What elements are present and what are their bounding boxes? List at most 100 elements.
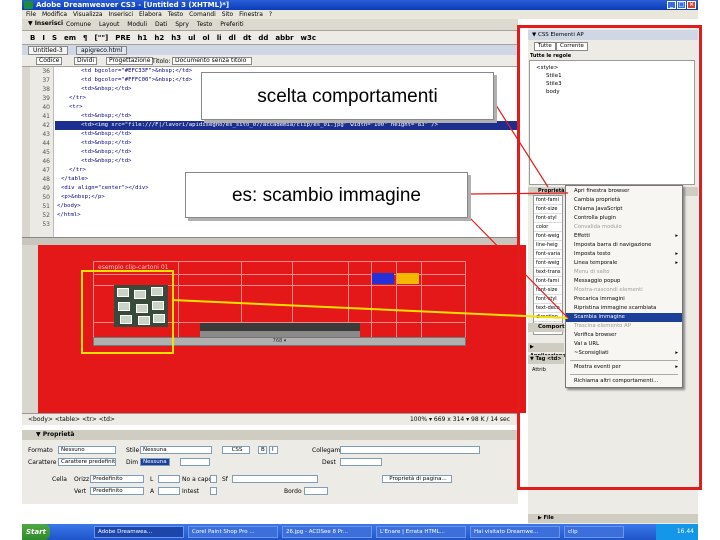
taskbar: Start Adobe Dreamwea... Corel Paint Shop… [22, 524, 698, 540]
menu-sito[interactable]: Sito [222, 11, 234, 18]
task-browser[interactable]: L'Enare | Errata HTML... [376, 526, 466, 538]
h2-button[interactable]: h2 [154, 34, 164, 42]
carattere-select[interactable]: Carattere predefinito [58, 458, 116, 466]
panel-highlight-box [517, 25, 702, 490]
code-view-button[interactable]: Codice [36, 57, 63, 65]
blockquote-button[interactable]: [""] [95, 34, 109, 42]
menu-testo[interactable]: Testo [168, 11, 184, 18]
design-view-button[interactable]: Progettazione [106, 57, 154, 65]
vert-select[interactable]: Predefinito [90, 487, 144, 495]
task-visitato[interactable]: Hai visitato Dreamwe... [470, 526, 560, 538]
intest-checkbox[interactable] [210, 487, 217, 495]
w3c-button[interactable]: w3c [301, 34, 317, 42]
file-panel-header[interactable]: ▶ File [528, 514, 698, 523]
split-divider[interactable] [22, 237, 518, 245]
em-button[interactable]: em [64, 34, 76, 42]
start-button[interactable]: Start [22, 524, 50, 540]
stile-select[interactable]: Nessuna [140, 446, 212, 454]
bordo-input[interactable] [304, 487, 328, 495]
doc-tab-untitled[interactable]: Untitled-3 [28, 46, 68, 55]
insert-tab-dati[interactable]: Dati [155, 21, 167, 28]
tag-selector[interactable]: <body> <table> <tr> <td> [28, 416, 115, 423]
ul-button[interactable]: ul [188, 34, 195, 42]
code-line: <td>&nbsp;</td> [81, 158, 132, 164]
line-number-gutter: 36 37 38 39 40 41 42 43 44 45 46 47 48 49 50 51 52 53 [30, 67, 54, 237]
orizz-label: Orizz [74, 476, 90, 483]
sf-input[interactable] [232, 475, 318, 483]
strong-button[interactable]: S [52, 34, 57, 42]
l-input[interactable] [158, 475, 180, 483]
menu-finestra[interactable]: Finestra [239, 11, 263, 18]
menu-elabora[interactable]: Elabora [139, 11, 162, 18]
bold-format-button[interactable]: B [258, 446, 267, 454]
sf-label: Sf [222, 476, 228, 483]
split-view-button[interactable]: Dividi [74, 57, 97, 65]
task-clip[interactable]: clip [564, 526, 624, 538]
h1-button[interactable]: h1 [138, 34, 148, 42]
task-paintshop[interactable]: Corel Paint Shop Pro ... [188, 526, 278, 538]
insert-bar-label[interactable]: ▼ Inserisci [28, 20, 63, 27]
bordo-label: Bordo [284, 488, 302, 495]
menu-inserisci[interactable]: Inserisci [108, 11, 133, 18]
dim-select[interactable]: Nessuna [140, 458, 170, 466]
nocapo-checkbox[interactable] [210, 475, 217, 483]
orizz-select[interactable]: Predefinito [90, 475, 144, 483]
bold-button[interactable]: B [30, 34, 35, 42]
collegam-label: Collegam [312, 447, 341, 454]
page-properties-button[interactable]: Proprietà di pagina... [382, 475, 452, 483]
code-line-selected: <td><img src="file:///F|/lavori/apidiseg… [55, 121, 518, 130]
intest-label: Intest [182, 488, 200, 495]
paragraph-button[interactable]: ¶ [83, 34, 87, 42]
italic-format-button[interactable]: I [269, 446, 278, 454]
maximize-button[interactable]: □ [677, 1, 686, 9]
clock: 16.44 [656, 524, 698, 540]
image-strip [200, 323, 360, 331]
insert-tab-spry[interactable]: Spry [175, 21, 189, 28]
menu-visualizza[interactable]: Visualizza [73, 11, 103, 18]
h3-button[interactable]: h3 [171, 34, 181, 42]
dl-button[interactable]: dl [229, 34, 236, 42]
document-tabs: Untitled-3 apigreco.html [22, 45, 518, 55]
italic-button[interactable]: I [42, 34, 45, 42]
abbr-button[interactable]: abbr [275, 34, 293, 42]
dim-unit-select[interactable] [180, 458, 210, 466]
menu-help[interactable]: ? [269, 11, 272, 18]
pre-button[interactable]: PRE [115, 34, 130, 42]
menu-comandi[interactable]: Comandi [189, 11, 216, 18]
formato-select[interactable]: Nessuno [58, 446, 116, 454]
task-dreamweaver[interactable]: Adobe Dreamwea... [94, 526, 184, 538]
insert-tab-preferiti[interactable]: Preferiti [220, 21, 244, 28]
collegam-input[interactable] [340, 446, 480, 454]
menu-modifica[interactable]: Modifica [42, 11, 67, 18]
li-button[interactable]: li [217, 34, 222, 42]
dreamweaver-logo-icon [24, 1, 33, 9]
menu-file[interactable]: File [26, 11, 36, 18]
a-label: A [150, 488, 155, 495]
dest-select[interactable] [340, 458, 382, 466]
blue-cell[interactable] [372, 273, 394, 284]
insert-tab-moduli[interactable]: Moduli [127, 21, 147, 28]
properties-header[interactable]: ▼ Proprietà [22, 430, 518, 440]
dd-button[interactable]: dd [258, 34, 268, 42]
minimize-button[interactable]: _ [667, 1, 676, 9]
ol-button[interactable]: ol [203, 34, 210, 42]
status-info: 100% ▾ 669 x 314 ▾ 98 K / 14 sec [409, 416, 510, 423]
doc-tab-apigreco[interactable]: apigreco.html [76, 46, 128, 55]
task-acdsee[interactable]: 26.jpg - ACDSee 8 Pr... [282, 526, 372, 538]
window-controls: _ □ × [667, 1, 696, 9]
yellow-cell[interactable] [397, 273, 419, 284]
properties-panel: Formato Nessuno Stile Nessuna CSS B I Co… [22, 440, 518, 504]
close-button[interactable]: × [687, 1, 696, 9]
insert-tab-layout[interactable]: Layout [99, 21, 119, 28]
code-line: <td>&nbsp;</td> [81, 140, 132, 146]
insert-tab-testo[interactable]: Testo [197, 21, 213, 28]
insert-tab-comune[interactable]: Comune [66, 21, 91, 28]
css-button[interactable]: CSS [222, 446, 250, 454]
code-line: <td>&nbsp;</td> [81, 131, 132, 137]
title-input[interactable]: Documento senza titolo [172, 57, 252, 65]
design-ruler [22, 245, 38, 413]
a-input[interactable] [158, 487, 180, 495]
dt-button[interactable]: dt [243, 34, 251, 42]
callout-scelta-comportamenti: scelta comportamenti [201, 72, 494, 120]
